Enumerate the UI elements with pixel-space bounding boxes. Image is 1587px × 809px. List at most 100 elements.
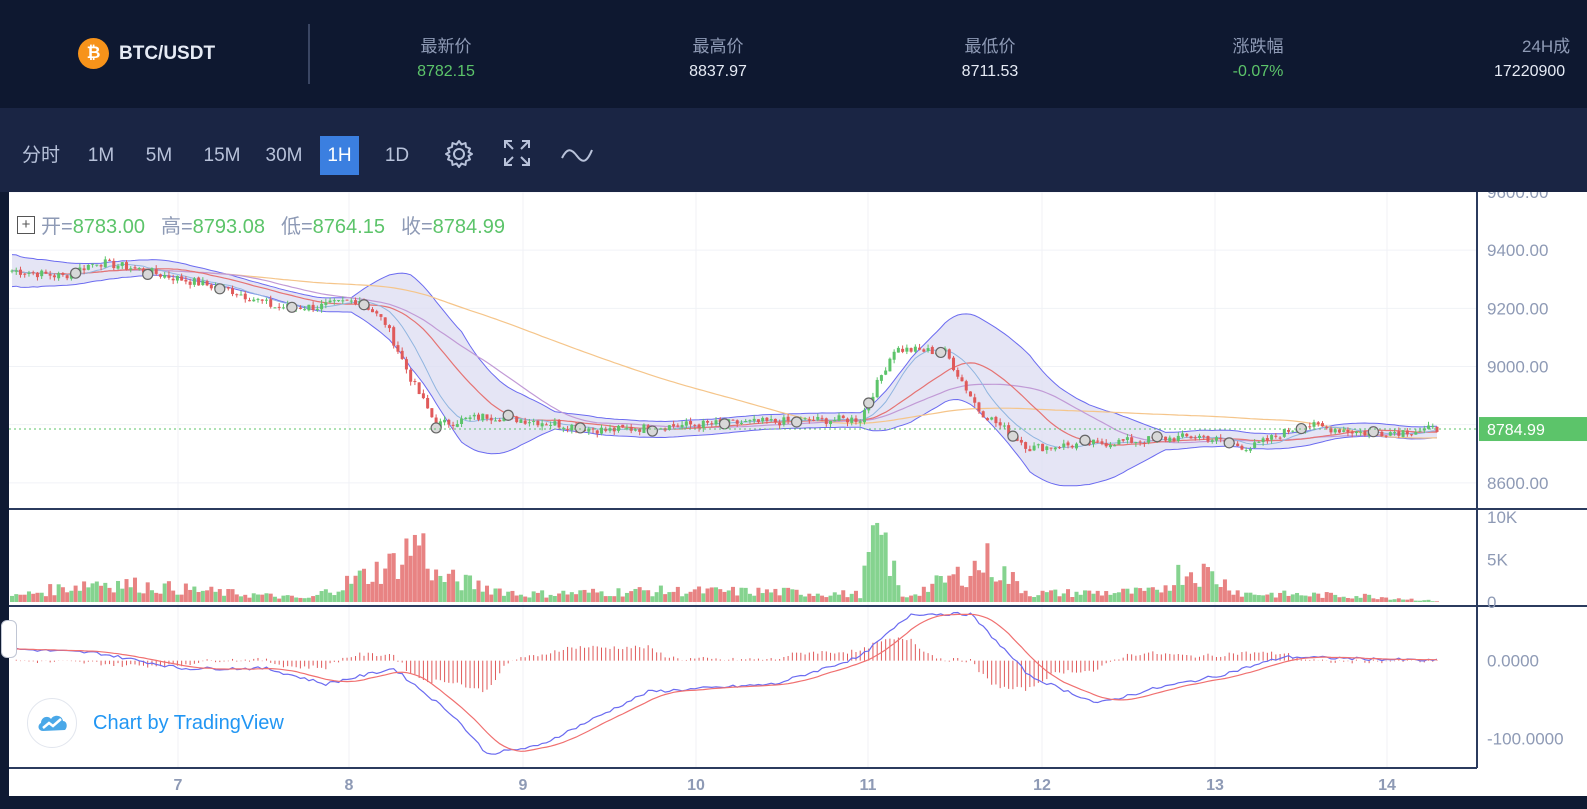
volume-bar: [595, 592, 600, 602]
candle-body: [311, 304, 315, 311]
candle-body: [1028, 449, 1032, 452]
volume-bar: [124, 579, 129, 602]
stat-label: 最低价: [964, 37, 1016, 56]
volume-bar: [468, 575, 473, 602]
volume-bar: [264, 593, 269, 602]
volume-bar: [1290, 594, 1295, 602]
candle-body: [761, 417, 765, 422]
volume-bar: [845, 597, 850, 602]
volume-bar: [510, 590, 515, 602]
trading-pair[interactable]: ₿ BTC/USDT: [78, 38, 215, 69]
timeframe-1m[interactable]: 1M: [80, 136, 122, 175]
volume-bar: [934, 575, 939, 602]
panel-handle[interactable]: [1, 620, 17, 658]
volume-bar: [1307, 596, 1312, 602]
volume-bar: [145, 582, 150, 602]
volume-bar: [612, 596, 617, 602]
volume-bar: [1299, 595, 1304, 602]
volume-bar: [1345, 597, 1350, 602]
candle-body: [281, 307, 285, 309]
x-tick-label: 9: [519, 777, 528, 794]
candle-body: [1282, 429, 1286, 437]
candle-body: [315, 308, 319, 310]
volume-bar: [1358, 597, 1363, 602]
fullscreen-icon[interactable]: [502, 138, 532, 173]
volume-bar: [1214, 584, 1219, 602]
signal-marker: [574, 422, 586, 434]
gear-icon[interactable]: [443, 138, 475, 175]
volume-bar: [1180, 584, 1185, 602]
volume-bar: [663, 594, 668, 602]
candle-body: [95, 264, 99, 266]
volume-bar: [141, 593, 146, 602]
volume-bar: [1362, 593, 1367, 602]
volume-bar: [1316, 593, 1321, 602]
volume-bar: [183, 583, 188, 602]
candle-body: [460, 418, 464, 424]
tradingview-attribution[interactable]: Chart by TradingView: [27, 698, 284, 748]
candle-body: [701, 420, 705, 429]
indicator-icon[interactable]: [561, 144, 593, 169]
candle-body: [689, 421, 693, 425]
signal-marker: [1223, 437, 1235, 449]
volume-bar: [459, 590, 464, 602]
volume-bar: [281, 595, 286, 602]
collapse-legend-icon[interactable]: +: [17, 215, 35, 234]
volume-bar: [714, 587, 719, 602]
volume-bar: [709, 587, 714, 602]
volume-bar: [1167, 590, 1172, 602]
volume-bar: [353, 575, 358, 602]
candle-body: [616, 425, 620, 431]
volume-bar: [69, 590, 74, 602]
timeframe-1h[interactable]: 1H: [320, 136, 359, 175]
candle-body: [994, 416, 998, 424]
volume-bar: [179, 594, 184, 602]
timeframe-fenshi[interactable]: 分时: [14, 136, 68, 175]
candle-body: [1380, 431, 1384, 437]
volume-bar: [260, 594, 265, 602]
candle-body: [239, 294, 243, 296]
volume-bar: [14, 594, 19, 602]
signal-marker: [430, 422, 442, 434]
volume-bar: [896, 585, 901, 602]
candle-body: [409, 369, 413, 382]
chart-area[interactable]: 9600.00 9400.00 9200.00 9000.00 8600.00 8784.…: [1, 192, 1587, 796]
volume-bar: [1261, 595, 1266, 602]
timeframe-1d[interactable]: 1D: [376, 136, 418, 175]
timeframe-30m[interactable]: 30M: [258, 136, 310, 175]
candle-body: [1384, 435, 1388, 437]
volume-bar: [1430, 601, 1435, 602]
volume-bar: [374, 561, 379, 602]
volume-bar: [633, 588, 638, 602]
candle-body: [697, 424, 701, 428]
candle-body: [595, 430, 599, 434]
volume-bar: [230, 589, 235, 602]
candle-body: [27, 272, 31, 274]
candle-body: [1320, 423, 1324, 427]
candle-body: [133, 267, 137, 269]
volume-bar: [243, 594, 248, 602]
volume-bar: [1328, 592, 1333, 602]
volume-bar: [654, 592, 659, 602]
candle-body: [901, 348, 905, 352]
timeframe-5m[interactable]: 5M: [138, 136, 180, 175]
volume-bar: [756, 587, 761, 602]
candle-body: [468, 417, 472, 420]
volume-bar: [870, 525, 875, 602]
candle-body: [86, 264, 90, 270]
candle-body: [913, 346, 917, 352]
candle-body: [756, 419, 760, 422]
volume-bar: [1303, 595, 1308, 602]
price-tick-label: 8600.00: [1487, 474, 1548, 493]
candle-body: [845, 418, 849, 423]
volume-bar: [1159, 592, 1164, 602]
candle-body: [1125, 437, 1129, 441]
volume-bar: [586, 592, 591, 602]
volume-bar: [154, 592, 159, 602]
stat-value: 8711.53: [961, 63, 1019, 80]
volume-bar: [1006, 583, 1011, 602]
timeframe-15m[interactable]: 15M: [196, 136, 248, 175]
candle-body: [120, 262, 124, 266]
candle-body: [1108, 444, 1112, 448]
candle-body: [1189, 436, 1193, 439]
